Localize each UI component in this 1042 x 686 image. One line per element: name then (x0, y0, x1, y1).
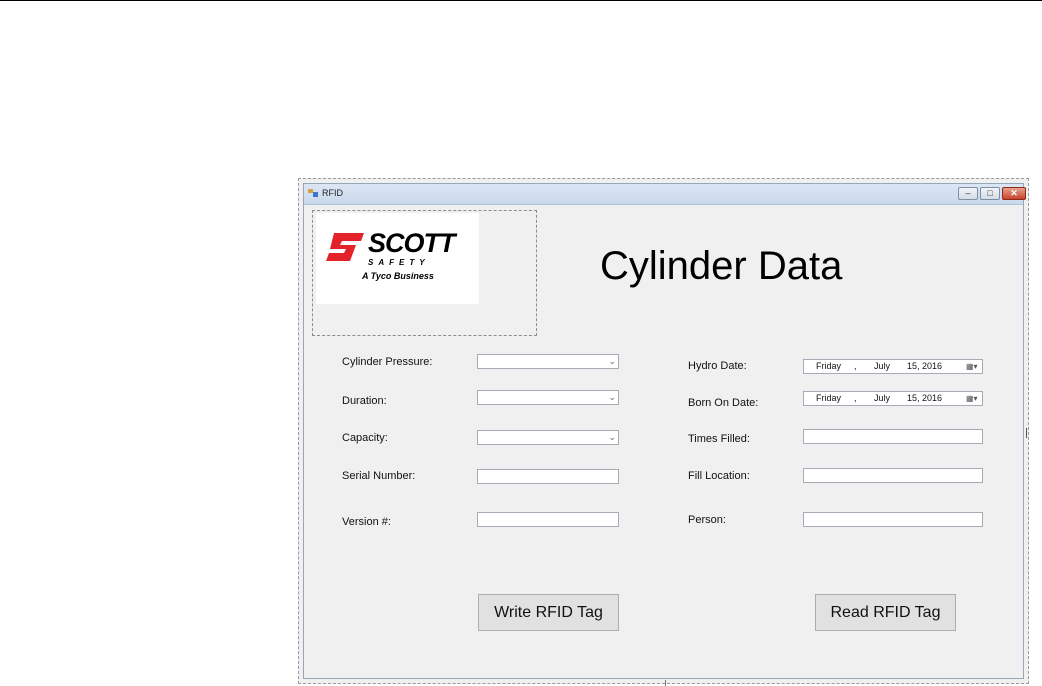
window-frame: RFID – □ ✕ SCOTT SAFETY A Tyco Business … (303, 183, 1026, 679)
born-on-date-label: Born On Date: (688, 397, 759, 409)
born-on-date-month: July (874, 393, 891, 403)
serial-number-label: Serial Number: (342, 470, 416, 482)
close-button[interactable]: ✕ (1002, 187, 1026, 200)
hydro-date-label: Hydro Date: (688, 360, 747, 372)
calendar-icon[interactable]: ▦▾ (966, 361, 980, 372)
cylinder-pressure-label: Cylinder Pressure: (342, 356, 433, 368)
chevron-down-icon: ⌄ (608, 392, 616, 402)
app-icon (308, 189, 318, 197)
scott-safety-logo: SCOTT SAFETY A Tyco Business (316, 213, 479, 304)
duration-label: Duration: (342, 395, 387, 407)
hydro-date-sep: , (854, 361, 857, 371)
born-on-date-sep: , (854, 393, 857, 403)
times-filled-input[interactable] (803, 429, 983, 444)
born-on-date-picker[interactable]: Friday , July 15, 2016 ▦▾ (803, 391, 983, 406)
person-input[interactable] (803, 512, 983, 527)
cylinder-pressure-combo[interactable]: ⌄ (477, 354, 619, 369)
times-filled-label: Times Filled: (688, 433, 750, 445)
calendar-icon[interactable]: ▦▾ (966, 393, 980, 404)
bottom-tick (665, 680, 666, 686)
page-title: Cylinder Data (600, 244, 843, 288)
logo-picture-box: SCOTT SAFETY A Tyco Business (312, 210, 537, 336)
maximize-button[interactable]: □ (980, 187, 1000, 200)
born-on-date-day: Friday (816, 393, 842, 403)
chevron-down-icon: ⌄ (608, 356, 616, 366)
capacity-combo[interactable]: ⌄ (477, 430, 619, 445)
person-label: Person: (688, 514, 726, 526)
duration-combo[interactable]: ⌄ (477, 390, 619, 405)
write-rfid-tag-button[interactable]: Write RFID Tag (478, 594, 619, 631)
top-rule (0, 0, 1042, 1)
rfid-window: RFID – □ ✕ SCOTT SAFETY A Tyco Business … (298, 178, 1029, 684)
hydro-date-day: Friday (816, 361, 842, 371)
title-bar[interactable]: RFID – □ ✕ (304, 184, 1026, 205)
hydro-date-date: 15, 2016 (907, 361, 943, 371)
window-title: RFID (322, 188, 343, 198)
serial-number-input[interactable] (477, 469, 619, 484)
fill-location-label: Fill Location: (688, 470, 750, 482)
hydro-date-picker[interactable]: Friday , July 15, 2016 ▦▾ (803, 359, 983, 374)
minimize-button[interactable]: – (958, 187, 978, 200)
version-label: Version #: (342, 516, 391, 528)
chevron-down-icon: ⌄ (608, 432, 616, 442)
fill-location-input[interactable] (803, 468, 983, 483)
born-on-date-date: 15, 2016 (907, 393, 943, 403)
logo-tagline: A Tyco Business (362, 271, 434, 281)
logo-brand: SCOTT (368, 228, 455, 258)
hydro-date-month: July (874, 361, 891, 371)
logo-sub: SAFETY (368, 258, 430, 267)
read-rfid-tag-button[interactable]: Read RFID Tag (815, 594, 956, 631)
edge-tick (1026, 428, 1027, 438)
capacity-label: Capacity: (342, 432, 388, 444)
version-input[interactable] (477, 512, 619, 527)
scott-logo-mark-icon (326, 233, 364, 261)
